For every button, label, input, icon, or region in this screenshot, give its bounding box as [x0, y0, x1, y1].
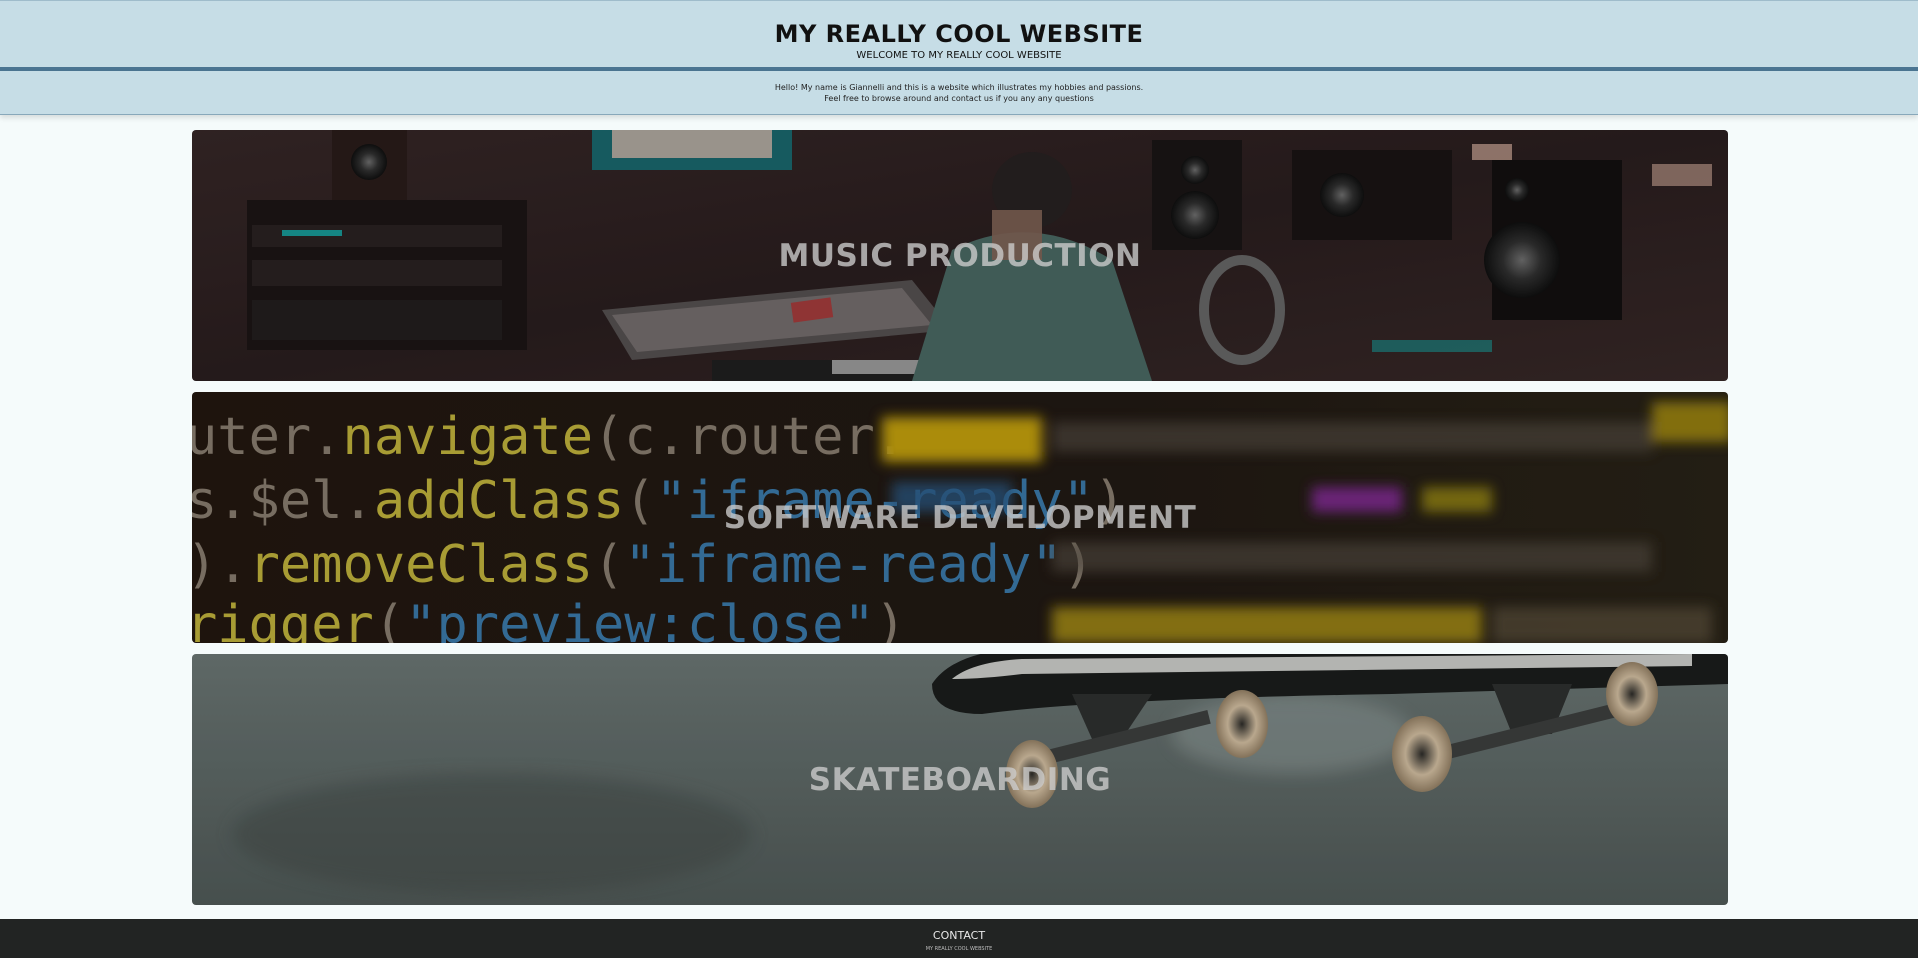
tile-label-software-development: SOFTWARE DEVELOPMENT [723, 499, 1197, 536]
tile-music-production[interactable]: MUSIC PRODUCTION [192, 130, 1728, 381]
tile-skateboarding[interactable]: SKATEBOARDING [192, 654, 1728, 905]
site-footer: CONTACT MY REALLY COOL WEBSITE [0, 919, 1918, 958]
site-subtitle: WELCOME TO MY REALLY COOL WEBSITE [856, 50, 1062, 61]
intro-text-line-2: Feel free to browse around and contact u… [824, 94, 1094, 103]
contact-link[interactable]: CONTACT [0, 919, 1918, 942]
site-header: MY REALLY COOL WEBSITE WELCOME TO MY REA… [0, 0, 1918, 71]
intro-text-line-1: Hello! My name is Giannelli and this is … [774, 83, 1144, 92]
tile-label-music-production: MUSIC PRODUCTION [778, 237, 1142, 274]
intro-section: Hello! My name is Giannelli and this is … [0, 71, 1918, 115]
tile-software-development[interactable]: uter.navigate(c.router. s.$el.addClass("… [192, 392, 1728, 643]
site-title: MY REALLY COOL WEBSITE [774, 20, 1144, 48]
tile-label-skateboarding: SKATEBOARDING [808, 761, 1112, 798]
footer-copyright: MY REALLY COOL WEBSITE [925, 946, 993, 952]
